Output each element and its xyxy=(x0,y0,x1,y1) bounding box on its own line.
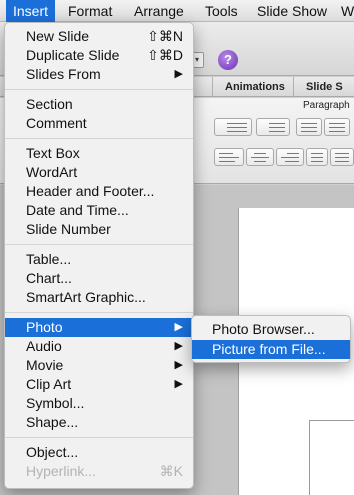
photo-submenu: Photo Browser... Picture from File... xyxy=(191,315,351,363)
bullets-button[interactable] xyxy=(214,118,252,136)
menu-item-label: Movie xyxy=(26,357,64,373)
menu-item-shortcut: ⌘K xyxy=(159,463,183,479)
menu-item-clip-art[interactable]: Clip Art ▶ xyxy=(5,375,193,394)
menu-item-label: Chart... xyxy=(26,270,72,286)
menu-item-movie[interactable]: Movie ▶ xyxy=(5,356,193,375)
submenu-item-label: Photo Browser... xyxy=(212,321,315,337)
align-right-button[interactable] xyxy=(276,148,304,166)
menu-item-label: SmartArt Graphic... xyxy=(26,289,146,305)
menu-item-label: Duplicate Slide xyxy=(26,47,120,63)
paragraph-group-label: Paragraph xyxy=(303,100,350,111)
menu-item-label: Hyperlink... xyxy=(26,463,97,479)
menu-item-label: Comment xyxy=(26,115,87,131)
menu-item-slide-number[interactable]: Slide Number xyxy=(5,220,193,239)
menu-item-label: WordArt xyxy=(26,164,78,180)
menu-item-smartart-graphic[interactable]: SmartArt Graphic... xyxy=(5,288,193,307)
submenu-arrow-icon: ▶ xyxy=(174,321,183,333)
tab-slide-show[interactable]: Slide S xyxy=(293,77,354,97)
menu-item-text-box[interactable]: Text Box xyxy=(5,144,193,163)
submenu-item-picture-from-file[interactable]: Picture from File... xyxy=(192,340,350,359)
tab-animations[interactable]: Animations xyxy=(212,77,297,97)
submenu-arrow-icon: ▶ xyxy=(174,359,183,371)
menu-item-label: Clip Art xyxy=(26,376,72,392)
submenu-item-photo-browser[interactable]: Photo Browser... xyxy=(192,320,350,339)
menu-tools[interactable]: Tools xyxy=(198,0,245,22)
menu-item-label: New Slide xyxy=(26,28,90,44)
menu-item-label: Header and Footer... xyxy=(26,183,155,199)
menu-item-comment[interactable]: Comment xyxy=(5,114,193,133)
menu-item-label: Symbol... xyxy=(26,395,85,411)
numbering-button[interactable] xyxy=(256,118,290,136)
menu-item-label: Slide Number xyxy=(26,221,111,237)
increase-indent-button[interactable] xyxy=(324,118,350,136)
submenu-arrow-icon: ▶ xyxy=(174,68,183,80)
menu-item-new-slide[interactable]: New Slide ⇧⌘N xyxy=(5,27,193,46)
menu-item-audio[interactable]: Audio ▶ xyxy=(5,337,193,356)
menu-separator xyxy=(5,138,193,139)
help-icon[interactable]: ? xyxy=(218,50,238,70)
submenu-arrow-icon: ▶ xyxy=(174,378,183,390)
menu-item-shape[interactable]: Shape... xyxy=(5,413,193,432)
insert-menu: New Slide ⇧⌘N Duplicate Slide ⇧⌘D Slides Fro… xyxy=(4,22,194,489)
menu-item-label: Slides From xyxy=(26,66,101,82)
columns-button[interactable] xyxy=(330,148,354,166)
menu-separator xyxy=(5,312,193,313)
menu-item-label: Photo xyxy=(26,319,63,335)
menu-item-duplicate-slide[interactable]: Duplicate Slide ⇧⌘D xyxy=(5,46,193,65)
align-left-button[interactable] xyxy=(214,148,244,166)
menu-separator xyxy=(5,437,193,438)
menu-separator xyxy=(5,244,193,245)
menu-item-label: Shape... xyxy=(26,414,79,430)
decrease-indent-button[interactable] xyxy=(296,118,322,136)
menu-insert[interactable]: Insert xyxy=(6,0,56,22)
menu-window[interactable]: W xyxy=(334,0,354,22)
menu-item-photo[interactable]: Photo ▶ xyxy=(5,318,193,337)
menu-item-label: Object... xyxy=(26,444,79,460)
menu-arrange[interactable]: Arrange xyxy=(127,0,191,22)
menu-item-wordart[interactable]: WordArt xyxy=(5,163,193,182)
justify-button[interactable] xyxy=(306,148,328,166)
menu-separator xyxy=(5,89,193,90)
slide-placeholder[interactable] xyxy=(309,420,354,495)
menu-item-table[interactable]: Table... xyxy=(5,250,193,269)
align-center-button[interactable] xyxy=(246,148,274,166)
submenu-arrow-icon: ▶ xyxy=(174,340,183,352)
menu-slide-show[interactable]: Slide Show xyxy=(250,0,334,22)
menu-item-header-and-footer[interactable]: Header and Footer... xyxy=(5,182,193,201)
menu-item-label: Table... xyxy=(26,251,72,267)
menu-format[interactable]: Format xyxy=(61,0,119,22)
menu-item-label: Section xyxy=(26,96,73,112)
menu-item-slides-from[interactable]: Slides From ▶ xyxy=(5,65,193,84)
menu-item-section[interactable]: Section xyxy=(5,95,193,114)
submenu-item-label: Picture from File... xyxy=(212,341,326,357)
menu-item-hyperlink: Hyperlink... ⌘K xyxy=(5,462,193,481)
menu-item-shortcut: ⇧⌘D xyxy=(147,47,183,63)
menu-bar: Insert Format Arrange Tools Slide Show W xyxy=(0,0,354,22)
menu-item-symbol[interactable]: Symbol... xyxy=(5,394,193,413)
menu-item-label: Audio xyxy=(26,338,62,354)
menu-item-chart[interactable]: Chart... xyxy=(5,269,193,288)
menu-item-object[interactable]: Object... xyxy=(5,443,193,462)
menu-item-date-and-time[interactable]: Date and Time... xyxy=(5,201,193,220)
menu-item-label: Date and Time... xyxy=(26,202,129,218)
menu-item-label: Text Box xyxy=(26,145,80,161)
menu-item-shortcut: ⇧⌘N xyxy=(147,28,183,44)
